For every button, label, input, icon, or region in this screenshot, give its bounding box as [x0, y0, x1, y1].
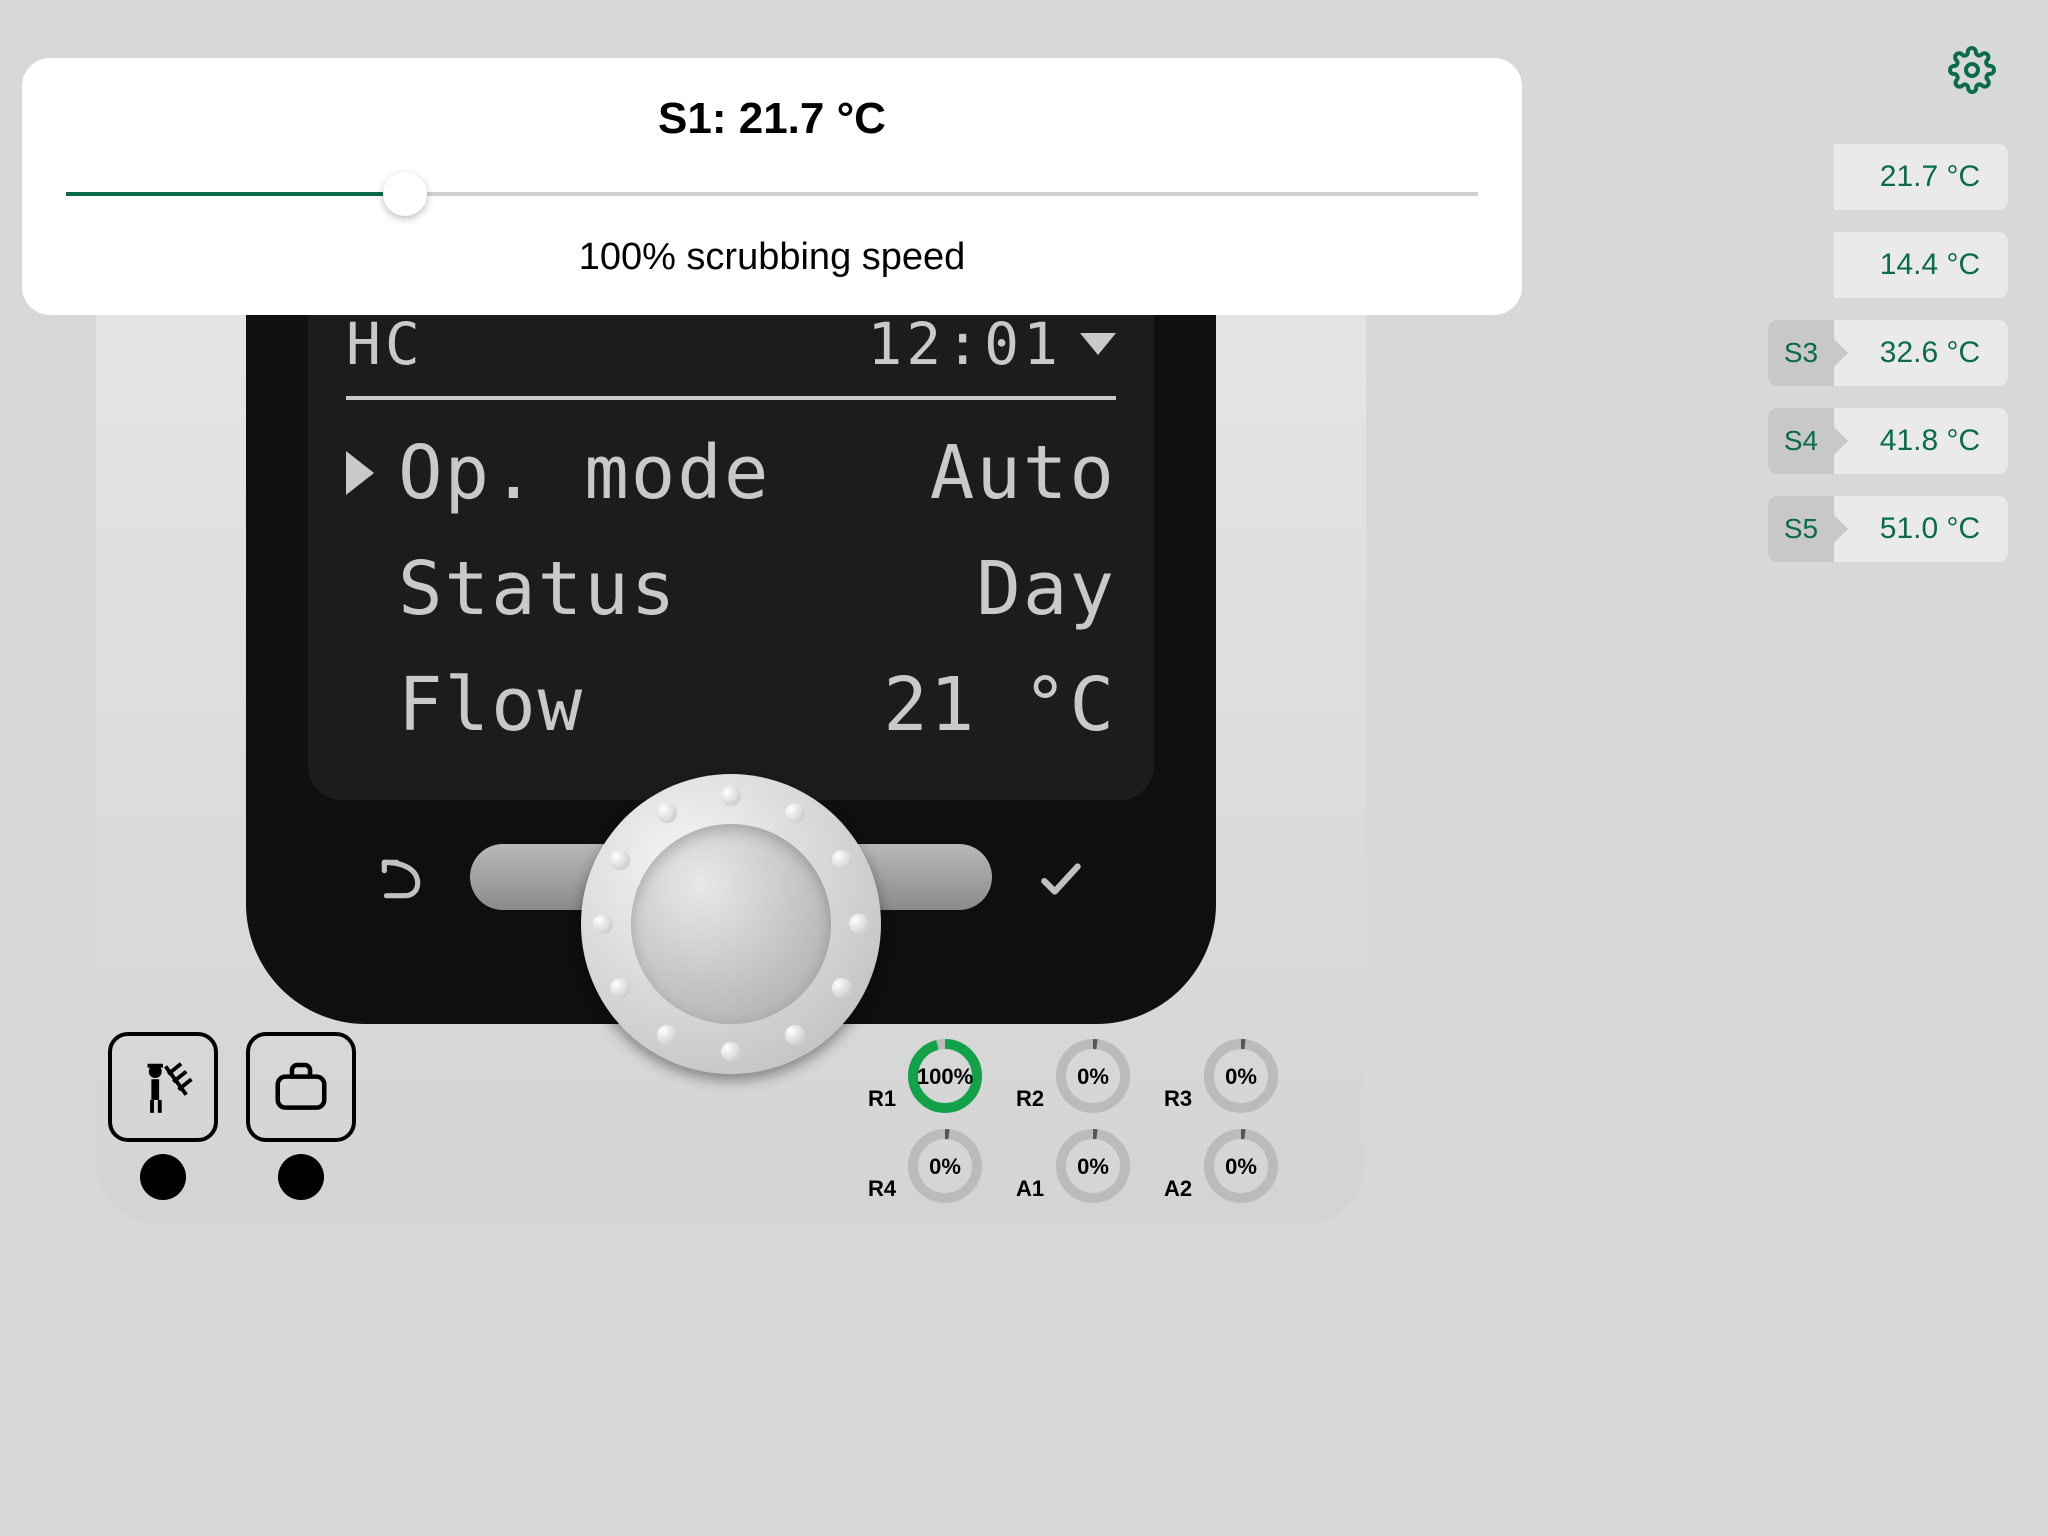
lcd-row-value: Day [976, 546, 1116, 632]
lcd-header: HC 12:01 [346, 310, 1116, 400]
relay-percent: 0% [1077, 1064, 1109, 1090]
relay-label: A1 [1016, 1176, 1044, 1202]
sensor-tag: S4 [1768, 408, 1834, 474]
relay-label: R2 [1016, 1086, 1044, 1112]
confirm-button[interactable] [1036, 854, 1086, 904]
mode-indicator-dot [278, 1154, 324, 1200]
sensor-tag: S5 [1768, 496, 1834, 562]
relay-gauge-a1[interactable]: 0% A1 [1028, 1126, 1158, 1206]
scrub-slider[interactable] [66, 174, 1478, 214]
sensor-s2[interactable]: S2 14.4 °C [1768, 232, 2008, 298]
suitcase-icon[interactable] [246, 1032, 356, 1142]
relay-gauges: 100% R1 0% R2 0% R3 0% R4 0% A1 0% A [880, 1036, 1306, 1206]
relay-percent: 0% [1077, 1154, 1109, 1180]
relay-label: R3 [1164, 1086, 1192, 1112]
sensor-s3[interactable]: S3 32.6 °C [1768, 320, 2008, 386]
lcd-row-label: Op. mode [398, 430, 770, 516]
lcd-time: 12:01 [867, 310, 1062, 378]
lcd-screen: HC 12:01 Op. mode Auto Status Day Flow 21 °C [308, 282, 1154, 800]
lcd-row-label: Flow [398, 662, 584, 748]
chimney-sweep-icon[interactable] [108, 1032, 218, 1142]
chevron-down-icon [1080, 333, 1116, 355]
slider-thumb[interactable] [383, 172, 427, 216]
lcd-header-title: HC [346, 310, 424, 378]
lcd-row: Flow 21 °C [346, 662, 1116, 748]
sensor-s4[interactable]: S4 41.8 °C [1768, 408, 2008, 474]
lcd-row: Op. mode Auto [346, 430, 1116, 516]
rotary-dial[interactable] [581, 774, 881, 1074]
overlay-title: S1: 21.7 °C [52, 94, 1492, 144]
overlay-subtitle: 100% scrubbing speed [52, 236, 1492, 279]
relay-percent: 0% [1225, 1064, 1257, 1090]
relay-label: R1 [868, 1086, 896, 1112]
relay-gauge-r2[interactable]: 0% R2 [1028, 1036, 1158, 1116]
settings-button[interactable] [1948, 46, 1996, 94]
relay-gauge-r3[interactable]: 0% R3 [1176, 1036, 1306, 1116]
lcd-row-label: Status [398, 546, 677, 632]
sensor-value: 32.6 °C [1834, 320, 2008, 386]
scrub-overlay: S1: 21.7 °C 100% scrubbing speed [22, 58, 1522, 315]
back-button[interactable] [376, 854, 426, 904]
relay-gauge-r1[interactable]: 100% R1 [880, 1036, 1010, 1116]
cursor-icon [346, 451, 374, 495]
relay-gauge-a2[interactable]: 0% A2 [1176, 1126, 1306, 1206]
sensor-s1[interactable]: S1 21.7 °C [1768, 144, 2008, 210]
sensor-tag: S3 [1768, 320, 1834, 386]
sensor-value: 14.4 °C [1834, 232, 2008, 298]
sensor-value: 41.8 °C [1834, 408, 2008, 474]
sensor-value: 21.7 °C [1834, 144, 2008, 210]
lcd-row-value: 21 °C [883, 662, 1116, 748]
relay-percent: 0% [929, 1154, 961, 1180]
sensor-list: S1 21.7 °C S2 14.4 °C S3 32.6 °C S4 41.8… [1768, 144, 2008, 562]
lcd-row: Status Day [346, 546, 1116, 632]
sensor-s5[interactable]: S5 51.0 °C [1768, 496, 2008, 562]
relay-label: R4 [868, 1176, 896, 1202]
sensor-value: 51.0 °C [1834, 496, 2008, 562]
mode-icons [108, 1032, 356, 1200]
relay-gauge-r4[interactable]: 0% R4 [880, 1126, 1010, 1206]
lcd-row-value: Auto [930, 430, 1116, 516]
mode-indicator-dot [140, 1154, 186, 1200]
relay-percent: 0% [1225, 1154, 1257, 1180]
relay-label: A2 [1164, 1176, 1192, 1202]
relay-percent: 100% [917, 1064, 973, 1090]
